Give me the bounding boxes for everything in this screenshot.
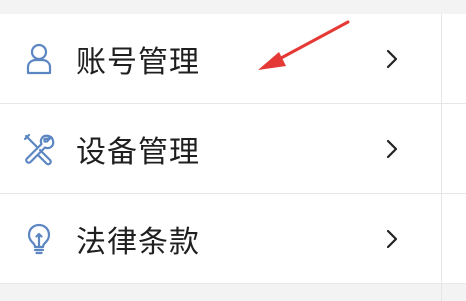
menu-item-label: 账号管理	[76, 44, 200, 80]
settings-screen: 账号管理 设备管理 法律条款	[0, 0, 466, 301]
menu-item-device-management[interactable]: 设备管理	[0, 104, 466, 194]
lightbulb-icon	[22, 222, 56, 256]
vertical-divider	[441, 14, 442, 301]
chevron-right-icon	[383, 228, 401, 250]
menu-item-label: 设备管理	[76, 134, 200, 170]
tools-icon	[22, 132, 56, 166]
chevron-right-icon	[383, 138, 401, 160]
menu-item-label: 法律条款	[76, 224, 200, 260]
user-icon	[22, 42, 56, 76]
chevron-right-icon	[383, 48, 401, 70]
menu-item-account-management[interactable]: 账号管理	[0, 14, 466, 104]
menu-item-legal-terms[interactable]: 法律条款	[0, 194, 466, 284]
settings-menu: 账号管理 设备管理 法律条款	[0, 14, 466, 284]
